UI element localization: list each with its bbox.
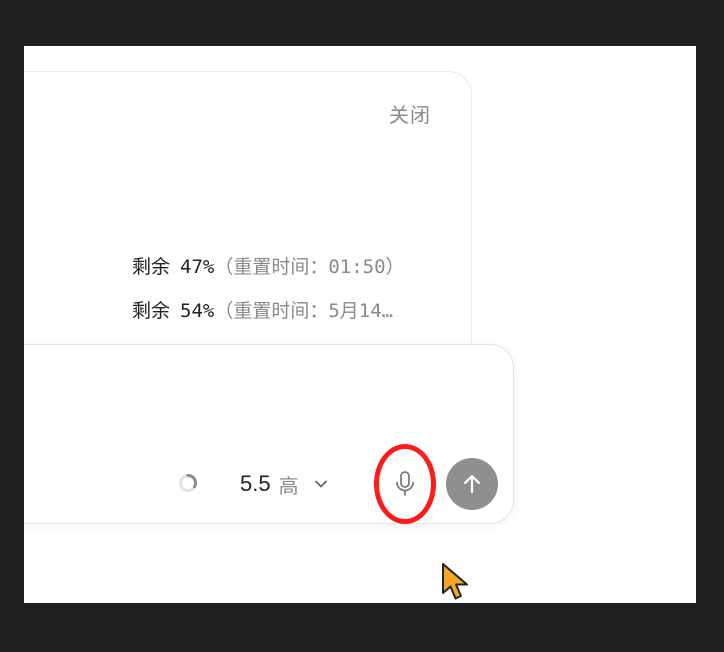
arrow-up-icon: [463, 474, 481, 494]
close-button[interactable]: 关闭: [389, 99, 431, 128]
usage-reset-time: （重置时间：01:50）: [214, 256, 405, 278]
usage-row-secondary: 剩余 54%（重置时间：5月14…: [132, 296, 393, 326]
model-version: 5.5: [240, 471, 271, 496]
usage-prefix: 剩余: [132, 300, 171, 322]
usage-reset-time: （重置时间：5月14…: [214, 300, 394, 322]
microphone-icon: [396, 471, 414, 496]
model-effort: 高: [278, 473, 299, 498]
loading-spinner-icon: [179, 473, 198, 492]
usage-prefix: 剩余: [132, 256, 171, 278]
chevron-down-icon: [314, 480, 327, 488]
voice-input-button[interactable]: [374, 444, 436, 524]
usage-percent: 47%: [180, 256, 215, 278]
send-button[interactable]: [446, 458, 498, 510]
usage-row-primary: 剩余 47%（重置时间：01:50）: [132, 252, 405, 282]
usage-percent: 54%: [180, 300, 215, 322]
mouse-cursor-icon: [442, 563, 468, 600]
model-selector[interactable]: 5.5 高: [240, 468, 329, 500]
app-viewport: 关闭 剩余 47%（重置时间：01:50） 剩余 54%（重置时间：5月14… 5.…: [24, 46, 696, 603]
